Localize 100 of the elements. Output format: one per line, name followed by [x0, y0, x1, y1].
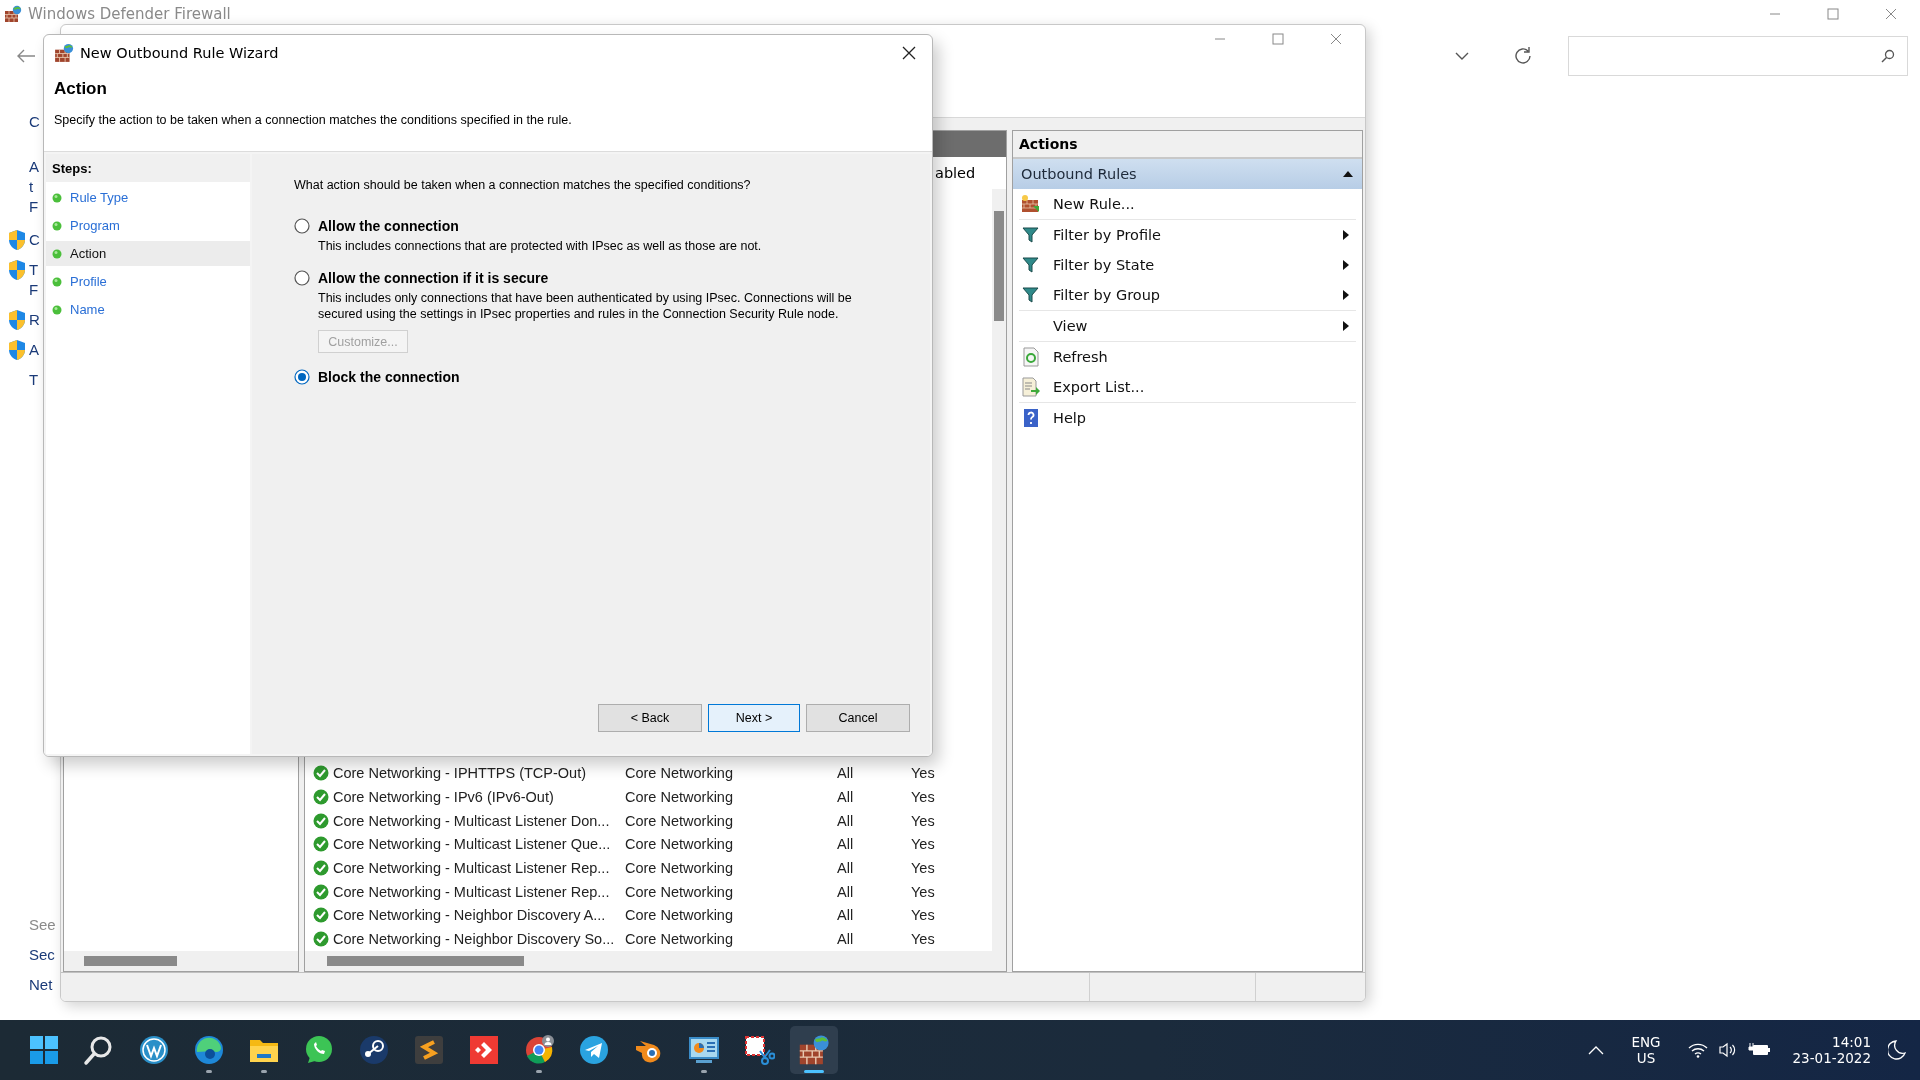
check-circle-icon [313, 812, 329, 829]
step-link[interactable]: Profile [46, 269, 250, 294]
grid-icon [28, 1034, 60, 1066]
sidebar-link[interactable]: A [29, 340, 39, 360]
zigzag-logo-icon [413, 1034, 445, 1066]
status-dot-icon [52, 192, 62, 203]
table-cell: All [837, 931, 854, 948]
wifi-icon[interactable] [1687, 1042, 1708, 1058]
brick-wall-icon [54, 43, 74, 63]
moon-icon[interactable] [1888, 1040, 1906, 1060]
dialog-title: New Outbound Rule Wizard [80, 45, 279, 61]
funnel-icon [1021, 255, 1041, 275]
sidebar-link[interactable]: Net [29, 975, 53, 995]
action-item[interactable]: New Rule... [1019, 189, 1356, 219]
section-header[interactable]: Outbound Rules [1013, 159, 1362, 189]
step-link[interactable]: Name [46, 297, 250, 322]
help-icon [1021, 408, 1041, 428]
sidebar-link[interactable]: T F [29, 260, 39, 300]
section-heading: See [29, 915, 56, 935]
brick-wall-icon [4, 5, 22, 23]
funnel-icon [1021, 285, 1041, 305]
scrollbar-thumb[interactable] [84, 956, 177, 966]
table-cell: All [837, 812, 854, 829]
table-cell: Yes [911, 931, 935, 948]
table-cell: Yes [911, 860, 935, 877]
rule-name: Core Networking - Multicast Listener Que... [333, 836, 611, 853]
action-item[interactable]: Help [1019, 403, 1356, 433]
refresh-icon [1021, 347, 1041, 367]
step-link[interactable]: Program [46, 213, 250, 238]
brick-wall-icon [798, 1034, 830, 1066]
table-cell: Core Networking [625, 860, 733, 877]
chevron-up-icon[interactable] [1588, 1045, 1605, 1055]
action-item[interactable]: Filter by Profile [1019, 220, 1356, 250]
rule-name: Core Networking - Multicast Listener Rep... [333, 860, 610, 877]
status-dot-icon [52, 304, 62, 315]
step-link[interactable]: Rule Type [46, 185, 250, 210]
speaker-icon[interactable] [1717, 1042, 1738, 1058]
check-circle-icon [313, 907, 329, 924]
check-circle-icon [313, 765, 329, 782]
dialog-button[interactable]: < Back [598, 704, 702, 732]
status-dot-icon [52, 248, 62, 259]
table-cell: Yes [911, 907, 935, 924]
step-link[interactable]: Action [46, 241, 250, 266]
table-cell: Yes [911, 765, 935, 782]
clock[interactable]: 14:01 23-01-2022 [1792, 1034, 1871, 1066]
sidebar-link[interactable]: R [29, 310, 40, 330]
window-title: Windows Defender Firewall [28, 5, 231, 23]
table-cell: Yes [911, 789, 935, 806]
scrollbar-thumb[interactable] [994, 211, 1004, 321]
sidebar-link[interactable]: A t F [29, 157, 39, 217]
rule-name: Core Networking - Neighbor Discovery A... [333, 907, 606, 924]
page-description: Specify the action to be taken when a connection matches the conditions specified in the rule. [54, 113, 573, 127]
rule-name: Core Networking - Multicast Listener Rep... [333, 883, 610, 900]
page-heading: Action [54, 79, 108, 99]
scrollbar-thumb[interactable] [327, 956, 524, 966]
action-item[interactable]: Filter by Group [1019, 280, 1356, 310]
table-cell: All [837, 765, 854, 782]
radio-option[interactable]: Allow the connection if it is secure [294, 270, 910, 286]
ring-logo-icon [523, 1034, 555, 1066]
sidebar-link[interactable]: T [29, 370, 39, 390]
action-item[interactable]: Refresh [1019, 342, 1356, 372]
chat-bubble-icon [303, 1034, 335, 1066]
check-circle-icon [313, 836, 329, 853]
sidebar-link[interactable]: C [29, 230, 40, 250]
shield-icon [7, 259, 27, 281]
dialog-button[interactable]: Cancel [806, 704, 910, 732]
battery-icon[interactable] [1747, 1042, 1772, 1058]
table-cell: Core Networking [625, 789, 733, 806]
radio-option[interactable]: Allow the connection [294, 218, 910, 234]
shield-icon [7, 339, 27, 361]
document-arrow-icon [1021, 377, 1041, 397]
table-cell: Core Networking [625, 883, 733, 900]
rule-name: Core Networking - IPv6 (IPv6-Out) [333, 789, 554, 806]
action-item[interactable]: View [1019, 311, 1356, 341]
radio-option[interactable]: Block the connection [294, 369, 910, 385]
table-cell: Core Networking [625, 836, 733, 853]
option-description: This includes connections that are protected with IPsec as well as those are not. [318, 238, 763, 254]
search-field[interactable] [1568, 36, 1908, 76]
steps-title: Steps: [52, 160, 92, 176]
table-cell: All [837, 907, 854, 924]
refresh-icon[interactable] [1512, 45, 1534, 67]
back-arrow-icon[interactable] [16, 48, 36, 64]
monitor-icon [688, 1034, 720, 1066]
chevron-down-icon[interactable] [1454, 51, 1470, 61]
sidebar-link[interactable]: C [29, 112, 40, 132]
sidebar-link[interactable]: Sec [29, 945, 55, 965]
scissors-icon [743, 1034, 775, 1066]
dialog-button[interactable]: Next > [708, 704, 800, 732]
language-indicator[interactable]: ENG US [1631, 1034, 1661, 1066]
column-header[interactable]: abled [935, 165, 976, 181]
action-item[interactable]: Export List... [1019, 372, 1356, 402]
table-cell: Core Networking [625, 931, 733, 948]
swirl-icon [193, 1034, 225, 1066]
check-circle-icon [313, 931, 329, 948]
table-cell: All [837, 860, 854, 877]
option-description: This includes only connections that have been authenticated by using IPsec. Connections will be secured using the settings in IPsec properties and rules in the Connection Security Rule node. [318, 290, 853, 322]
table-cell: All [837, 836, 854, 853]
check-circle-icon [313, 789, 329, 806]
table-cell: All [837, 789, 854, 806]
action-item[interactable]: Filter by State [1019, 250, 1356, 280]
